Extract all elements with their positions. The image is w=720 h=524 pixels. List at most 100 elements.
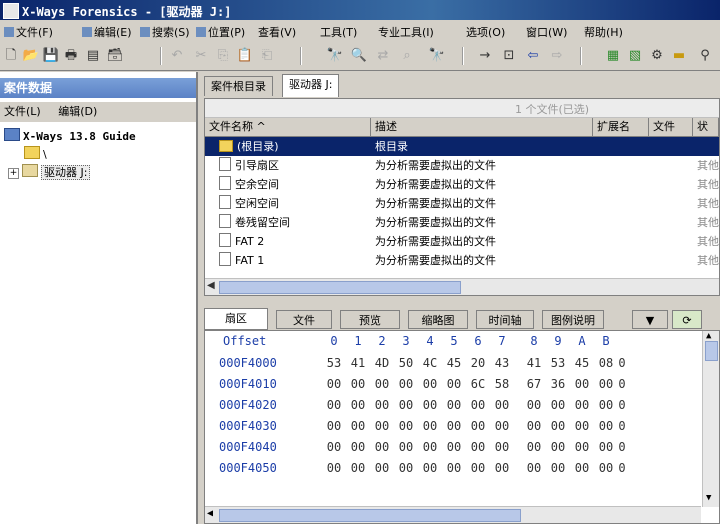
print-icon[interactable]: 🖶 [62,47,80,64]
hex-byte[interactable]: 45 [571,353,593,374]
hex-byte[interactable]: 00 [395,437,417,458]
menu-edit[interactable]: 编辑(E) [82,24,132,40]
replace-icon[interactable]: ⇄ [374,47,392,64]
hex-byte[interactable]: 58 [491,374,513,395]
tree-node-root-dir[interactable]: \ [24,146,47,162]
hex-vscrollbar[interactable]: ▲ ▼ [702,331,719,507]
forward-icon[interactable]: ⇨ [548,47,566,64]
tree-node-drive-j[interactable]: + 驱动器 J: [8,164,91,180]
hex-byte[interactable]: 67 [523,374,545,395]
calculator-icon[interactable]: ▦ [604,47,622,64]
hex-byte[interactable]: 43 [491,353,513,374]
col-description[interactable]: 描述 [371,118,593,136]
paste-icon[interactable]: 📋 [236,47,254,64]
hex-byte[interactable]: 53 [323,353,345,374]
tab-timeline[interactable]: 时间轴 [476,310,534,329]
hex-byte[interactable]: 00 [571,458,593,479]
hex-byte[interactable]: 0 [617,395,627,416]
tab-case-root[interactable]: 案件根目录 [204,76,273,96]
hex-byte[interactable]: 00 [323,395,345,416]
hex-byte[interactable]: 00 [443,458,465,479]
back-icon[interactable]: ⇦ [524,47,542,64]
hex-byte[interactable]: 00 [523,437,545,458]
hex-byte[interactable]: 00 [371,437,393,458]
case-icon[interactable]: 🗃 [106,47,124,64]
hex-byte[interactable]: 00 [347,458,369,479]
menu-pro-tools[interactable]: 专业工具(I) [378,24,434,40]
cut-icon[interactable]: ✂ [192,47,210,64]
find-icon[interactable]: 🔭 [326,47,344,64]
menu-file[interactable]: 文件(F) [4,24,53,40]
hex-byte[interactable]: 00 [419,416,441,437]
hex-byte[interactable]: 00 [323,437,345,458]
hex-byte[interactable]: 00 [595,458,617,479]
hex-byte[interactable]: 00 [323,458,345,479]
hex-byte[interactable]: 00 [347,437,369,458]
hex-byte[interactable]: 00 [443,395,465,416]
save-icon[interactable]: 💾 [42,47,60,64]
hex-byte[interactable]: 00 [371,374,393,395]
hex-byte[interactable]: 00 [419,437,441,458]
tree-node-case[interactable]: X-Ways 13.8 Guide [4,128,136,144]
hex-byte[interactable]: 00 [571,395,593,416]
hex-byte[interactable]: 00 [467,437,489,458]
hex-byte[interactable]: 0 [617,458,627,479]
table-row[interactable]: 引导扇区 为分析需要虚拟出的文件 其他 [205,156,719,175]
hex-row[interactable]: 000F4010 00 00 00 00 00 00 6C 58 67 36 00 00 0 [205,374,719,395]
hex-byte[interactable]: 00 [395,416,417,437]
hex-byte[interactable]: 0 [617,374,627,395]
expand-icon[interactable]: + [8,168,19,179]
find-hex-icon[interactable]: ⌕ [398,47,416,64]
hex-byte[interactable]: 00 [491,437,513,458]
tools-icon[interactable]: ⚙ [648,47,666,64]
scroll-thumb[interactable] [705,341,718,361]
hex-row[interactable]: 000F4050 00 00 00 00 00 00 00 00 00 00 00 00 0 [205,458,719,479]
hex-byte[interactable]: 00 [523,395,545,416]
table-row[interactable]: (根目录) 根目录 [205,137,719,156]
hex-byte[interactable]: 00 [323,374,345,395]
hex-byte[interactable]: 0 [617,437,627,458]
hex-byte[interactable]: 53 [547,353,569,374]
hex-byte[interactable]: 00 [523,416,545,437]
hex-byte[interactable]: 00 [547,395,569,416]
hex-byte[interactable]: 0 [617,416,627,437]
hex-byte[interactable]: 00 [347,395,369,416]
col-filename[interactable]: 文件名称 ^ [205,118,371,136]
hex-byte[interactable]: 00 [547,416,569,437]
tab-sector[interactable]: 扇区 [204,308,268,330]
hex-byte[interactable]: 00 [595,437,617,458]
undo-icon[interactable]: ↶ [168,47,186,64]
hex-byte[interactable]: 00 [547,437,569,458]
scroll-thumb[interactable] [219,281,461,294]
menu-view[interactable]: 查看(V) [258,24,296,40]
hex-byte[interactable]: 00 [491,458,513,479]
dropdown-arrow-icon[interactable]: ▼ [632,310,668,329]
hex-byte[interactable]: 00 [523,458,545,479]
hex-byte[interactable]: 00 [347,416,369,437]
scroll-thumb[interactable] [219,509,521,522]
hex-byte[interactable]: 4D [371,353,393,374]
scroll-down-icon[interactable]: ▼ [706,493,711,503]
menu-window[interactable]: 窗口(W) [526,24,567,40]
hex-byte[interactable]: 00 [571,416,593,437]
case-menu-edit[interactable]: 编辑(D) [58,105,97,118]
open-icon[interactable]: 📂 [22,47,40,64]
hex-byte[interactable]: 45 [443,353,465,374]
hex-byte[interactable]: 00 [547,458,569,479]
hex-byte[interactable]: 00 [347,374,369,395]
hex-byte[interactable]: 00 [371,458,393,479]
hex-byte[interactable]: 20 [467,353,489,374]
table-row[interactable]: FAT 2 为分析需要虚拟出的文件 其他 [205,232,719,251]
app-icon[interactable] [3,3,19,19]
goto-offset-icon[interactable]: → [476,47,494,64]
hex-byte[interactable]: 00 [371,395,393,416]
hex-byte[interactable]: 41 [347,353,369,374]
table-row[interactable]: 卷残留空间 为分析需要虚拟出的文件 其他 [205,213,719,232]
scroll-left-icon[interactable]: ◀ [207,280,215,291]
hex-hscrollbar[interactable]: ◀ [205,506,701,523]
hex-byte[interactable]: 00 [595,395,617,416]
scroll-up-icon[interactable]: ▲ [706,331,711,341]
search-icon[interactable]: ⚲ [696,47,714,64]
menu-options[interactable]: 选项(O) [466,24,505,40]
table-row[interactable]: 空余空间 为分析需要虚拟出的文件 其他 [205,175,719,194]
